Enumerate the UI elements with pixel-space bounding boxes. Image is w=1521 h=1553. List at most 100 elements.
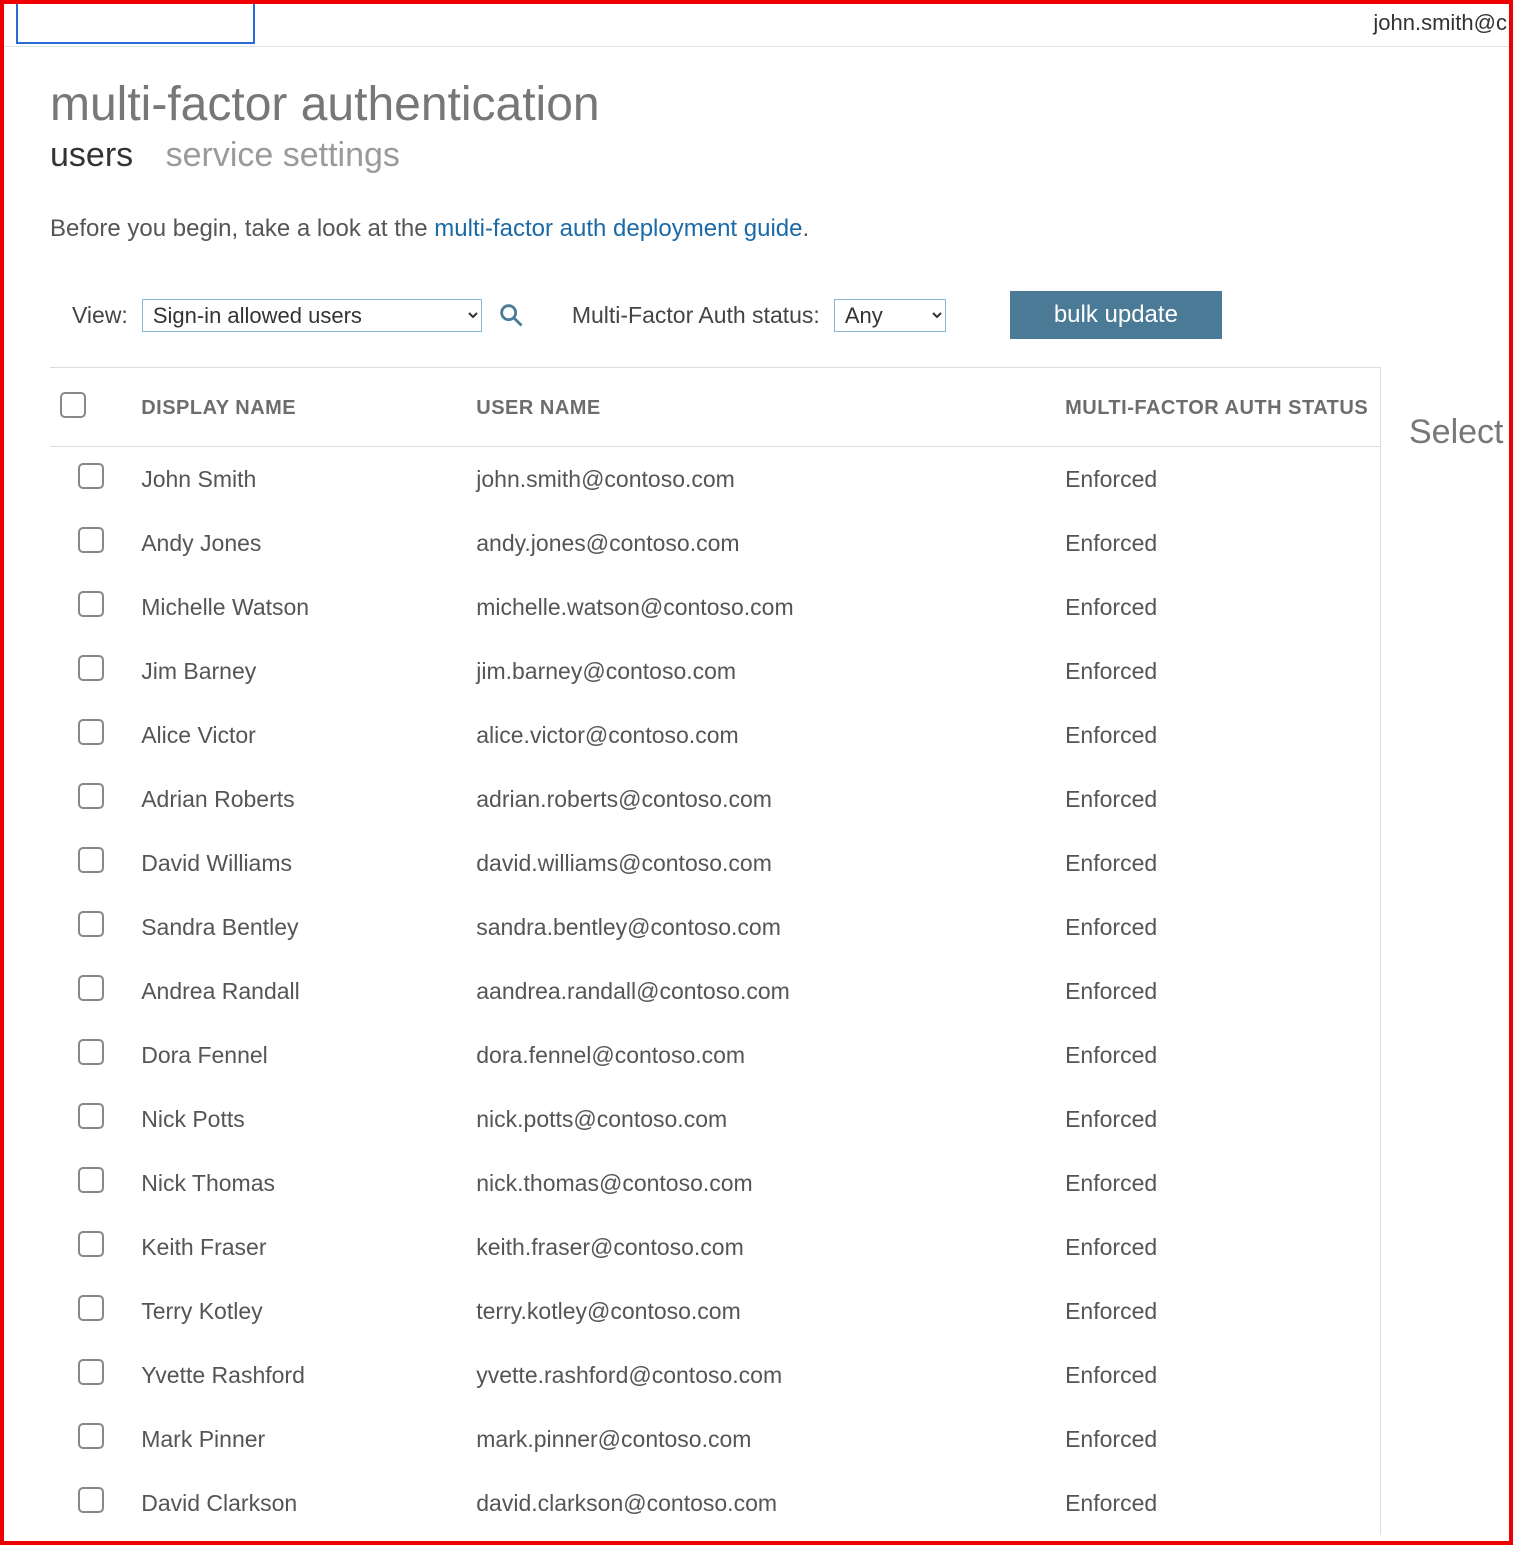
account-label: john.smith@c: [1373, 10, 1507, 36]
browser-tab-outline[interactable]: [16, 4, 255, 44]
cell-mfa-status: Enforced: [1055, 959, 1380, 1023]
deployment-guide-link[interactable]: multi-factor auth deployment guide: [434, 215, 802, 242]
cell-mfa-status: Enforced: [1055, 831, 1380, 895]
cell-user-name: michelle.watson@contoso.com: [466, 575, 1055, 639]
cell-mfa-status: Enforced: [1055, 639, 1380, 703]
cell-user-name: david.williams@contoso.com: [466, 831, 1055, 895]
col-mfa-status[interactable]: MULTI-FACTOR AUTH STATUS: [1055, 368, 1380, 447]
table-row[interactable]: Terry Kotleyterry.kotley@contoso.comEnfo…: [50, 1279, 1380, 1343]
table-row[interactable]: Mark Pinnermark.pinner@contoso.comEnforc…: [50, 1407, 1380, 1471]
row-checkbox[interactable]: [78, 463, 104, 489]
search-icon[interactable]: [496, 300, 526, 330]
tab-service-settings[interactable]: service settings: [166, 136, 400, 174]
cell-display-name: Keith Fraser: [131, 1215, 466, 1279]
table-row[interactable]: Dora Fenneldora.fennel@contoso.comEnforc…: [50, 1023, 1380, 1087]
table-row[interactable]: Nick Thomasnick.thomas@contoso.comEnforc…: [50, 1151, 1380, 1215]
mfa-status-select[interactable]: Any: [834, 299, 946, 332]
table-row[interactable]: Keith Fraserkeith.fraser@contoso.comEnfo…: [50, 1215, 1380, 1279]
row-checkbox[interactable]: [78, 847, 104, 873]
view-label: View:: [72, 302, 128, 329]
cell-user-name: dora.fennel@contoso.com: [466, 1023, 1055, 1087]
cell-mfa-status: Enforced: [1055, 575, 1380, 639]
row-checkbox[interactable]: [78, 1167, 104, 1193]
cell-display-name: Andy Jones: [131, 511, 466, 575]
cell-display-name: Andrea Randall: [131, 959, 466, 1023]
cell-display-name: Alice Victor: [131, 703, 466, 767]
bulk-update-button[interactable]: bulk update: [1010, 291, 1222, 339]
row-checkbox[interactable]: [78, 527, 104, 553]
cell-display-name: Michelle Watson: [131, 575, 466, 639]
cell-user-name: john.smith@contoso.com: [466, 447, 1055, 512]
select-all-checkbox[interactable]: [60, 392, 86, 418]
table-row[interactable]: Yvette Rashfordyvette.rashford@contoso.c…: [50, 1343, 1380, 1407]
cell-user-name: jim.barney@contoso.com: [466, 639, 1055, 703]
cell-display-name: Nick Potts: [131, 1087, 466, 1151]
cell-user-name: terry.kotley@contoso.com: [466, 1279, 1055, 1343]
cell-mfa-status: Enforced: [1055, 1407, 1380, 1471]
cell-display-name: Dora Fennel: [131, 1023, 466, 1087]
cell-mfa-status: Enforced: [1055, 703, 1380, 767]
cell-mfa-status: Enforced: [1055, 1215, 1380, 1279]
table-row[interactable]: Michelle Watsonmichelle.watson@contoso.c…: [50, 575, 1380, 639]
cell-user-name: nick.thomas@contoso.com: [466, 1151, 1055, 1215]
cell-user-name: keith.fraser@contoso.com: [466, 1215, 1055, 1279]
cell-user-name: alice.victor@contoso.com: [466, 703, 1055, 767]
cell-mfa-status: Enforced: [1055, 767, 1380, 831]
cell-user-name: sandra.bentley@contoso.com: [466, 895, 1055, 959]
table-row[interactable]: Nick Pottsnick.potts@contoso.comEnforced: [50, 1087, 1380, 1151]
cell-display-name: Jim Barney: [131, 639, 466, 703]
main-content: multi-factor authentication users servic…: [4, 47, 1509, 1535]
cell-display-name: Nick Thomas: [131, 1151, 466, 1215]
cell-display-name: John Smith: [131, 447, 466, 512]
cell-user-name: andy.jones@contoso.com: [466, 511, 1055, 575]
row-checkbox[interactable]: [78, 1103, 104, 1129]
cell-mfa-status: Enforced: [1055, 1087, 1380, 1151]
tab-users[interactable]: users: [50, 136, 133, 174]
table-row[interactable]: Andy Jonesandy.jones@contoso.comEnforced: [50, 511, 1380, 575]
cell-mfa-status: Enforced: [1055, 1023, 1380, 1087]
cell-mfa-status: Enforced: [1055, 511, 1380, 575]
cell-display-name: Yvette Rashford: [131, 1343, 466, 1407]
col-user-name[interactable]: USER NAME: [466, 368, 1055, 447]
col-display-name[interactable]: DISPLAY NAME: [131, 368, 466, 447]
table-row[interactable]: Sandra Bentleysandra.bentley@contoso.com…: [50, 895, 1380, 959]
table-row[interactable]: Jim Barneyjim.barney@contoso.comEnforced: [50, 639, 1380, 703]
mfa-status-label: Multi-Factor Auth status:: [572, 302, 820, 329]
cell-display-name: Sandra Bentley: [131, 895, 466, 959]
table-row[interactable]: Adrian Robertsadrian.roberts@contoso.com…: [50, 767, 1380, 831]
table-row[interactable]: John Smithjohn.smith@contoso.comEnforced: [50, 447, 1380, 512]
row-checkbox[interactable]: [78, 1423, 104, 1449]
intro-prefix: Before you begin, take a look at the: [50, 215, 434, 242]
row-checkbox[interactable]: [78, 591, 104, 617]
cell-display-name: Terry Kotley: [131, 1279, 466, 1343]
row-checkbox[interactable]: [78, 911, 104, 937]
cell-user-name: adrian.roberts@contoso.com: [466, 767, 1055, 831]
row-checkbox[interactable]: [78, 719, 104, 745]
cell-user-name: david.clarkson@contoso.com: [466, 1471, 1055, 1535]
page-tabs: users service settings: [50, 136, 1509, 175]
view-select[interactable]: Sign-in allowed users: [142, 299, 482, 332]
cell-mfa-status: Enforced: [1055, 1151, 1380, 1215]
cell-mfa-status: Enforced: [1055, 1343, 1380, 1407]
app-window: john.smith@c multi-factor authentication…: [0, 0, 1513, 1545]
cell-mfa-status: Enforced: [1055, 1279, 1380, 1343]
intro-text: Before you begin, take a look at the mul…: [50, 215, 1509, 243]
row-checkbox[interactable]: [78, 1231, 104, 1257]
row-checkbox[interactable]: [78, 655, 104, 681]
cell-user-name: nick.potts@contoso.com: [466, 1087, 1055, 1151]
row-checkbox[interactable]: [78, 1295, 104, 1321]
cell-user-name: yvette.rashford@contoso.com: [466, 1343, 1055, 1407]
table-row[interactable]: Alice Victoralice.victor@contoso.comEnfo…: [50, 703, 1380, 767]
table-row[interactable]: David Williamsdavid.williams@contoso.com…: [50, 831, 1380, 895]
intro-suffix: .: [802, 215, 809, 242]
row-checkbox[interactable]: [78, 1359, 104, 1385]
cell-display-name: Adrian Roberts: [131, 767, 466, 831]
cell-display-name: David Williams: [131, 831, 466, 895]
row-checkbox[interactable]: [78, 783, 104, 809]
row-checkbox[interactable]: [78, 975, 104, 1001]
row-checkbox[interactable]: [78, 1039, 104, 1065]
table-row[interactable]: Andrea Randallaandrea.randall@contoso.co…: [50, 959, 1380, 1023]
table-row[interactable]: David Clarksondavid.clarkson@contoso.com…: [50, 1471, 1380, 1535]
row-checkbox[interactable]: [78, 1487, 104, 1513]
cell-user-name: aandrea.randall@contoso.com: [466, 959, 1055, 1023]
